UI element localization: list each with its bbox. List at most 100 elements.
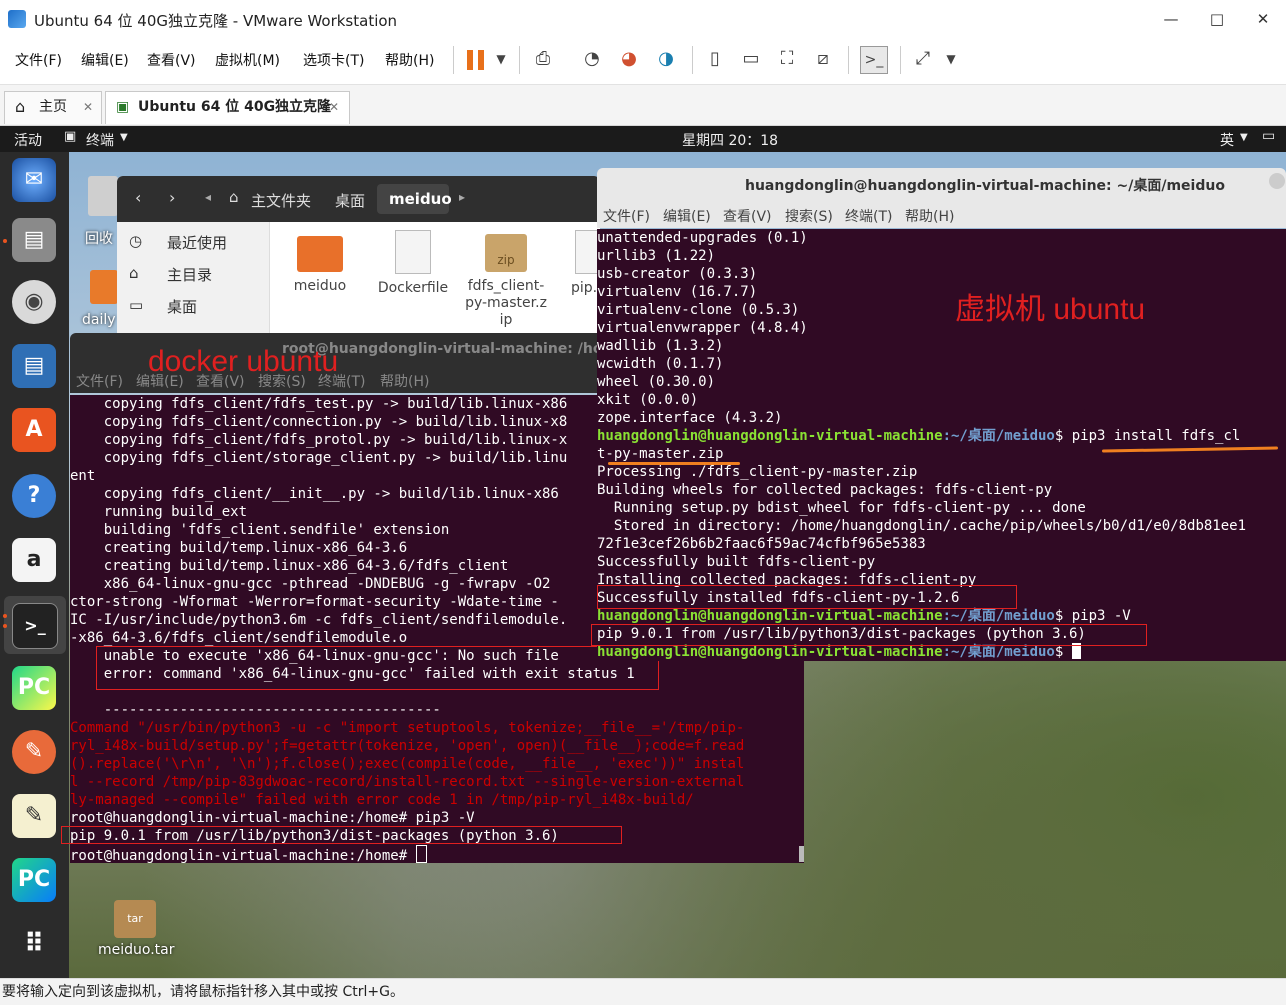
tar-archive-icon[interactable]: tar — [114, 900, 156, 938]
terminal-line: Command "/usr/bin/python3 -u -c "import … — [70, 720, 745, 736]
stretch-icon[interactable]: ⤢ — [912, 48, 934, 70]
home-icon: ⌂ — [15, 97, 26, 116]
sidebar-item-home[interactable]: 主目录 — [167, 264, 212, 285]
send-keys-icon[interactable]: ⎙ — [532, 48, 554, 70]
path-current[interactable]: meiduo — [389, 190, 452, 208]
file-item[interactable]: Dockerfile — [372, 230, 454, 296]
folder-icon[interactable] — [90, 270, 118, 304]
app-menu-label[interactable]: 终端 — [86, 130, 114, 150]
scrollbar-thumb[interactable] — [799, 846, 804, 862]
menu-edit[interactable]: 编辑(E) — [663, 206, 711, 226]
vmware-logo-icon — [8, 10, 26, 28]
file-item[interactable]: pip. — [565, 230, 600, 296]
status-text: 要将输入定向到该虚拟机，请将鼠标指针移入其中或按 Ctrl+G。 — [2, 984, 404, 1000]
software-icon[interactable]: A — [12, 408, 56, 452]
thunderbird-icon[interactable]: ✉ — [12, 158, 56, 202]
terminal-app-icon: ▣ — [64, 129, 77, 144]
prompt-user: huangdonglin@huangdonglin-virtual-machin… — [597, 428, 943, 444]
clock[interactable]: 星期四 20：18 — [682, 130, 778, 150]
path-home[interactable]: 主文件夹 — [251, 190, 311, 211]
app-grid-icon[interactable]: ⠿ — [12, 922, 56, 966]
menu-file[interactable]: 文件(F) — [76, 371, 123, 391]
path-right-icon[interactable]: ▸ — [459, 190, 465, 204]
menu-edit[interactable]: 编辑(E) — [81, 50, 129, 70]
menu-view[interactable]: 查看(V) — [723, 206, 772, 226]
path-desktop[interactable]: 桌面 — [335, 190, 365, 211]
stretch-dropdown-icon[interactable]: ▼ — [940, 48, 962, 70]
toolbar-divider — [453, 46, 454, 74]
pycharm-icon[interactable]: PC — [12, 666, 56, 710]
folder-icon — [297, 236, 343, 272]
terminal-line: virtualenv-clone (0.5.3) — [597, 302, 800, 318]
thumbnail-bar-icon[interactable]: ▭ — [740, 48, 762, 70]
file-name: fdfs_client-py-master.zip — [465, 278, 547, 328]
tab-vm-label: Ubuntu 64 位 40G独立克隆 — [138, 99, 332, 115]
forward-icon[interactable]: › — [169, 188, 175, 207]
maximize-button[interactable]: □ — [1194, 0, 1240, 38]
minimize-button[interactable]: — — [1148, 0, 1194, 38]
tab-vm[interactable]: ▣ Ubuntu 64 位 40G独立克隆 ✕ — [105, 91, 350, 124]
running-indicator — [3, 614, 7, 618]
prompt-command: $ pip3 -V — [1054, 608, 1131, 624]
terminal-line: usb-creator (0.3.3) — [597, 266, 758, 282]
back-icon[interactable]: ‹ — [135, 188, 141, 207]
terminal-line: wadllib (1.3.2) — [597, 338, 724, 354]
tab-close-icon[interactable]: ✕ — [329, 92, 339, 122]
tab-close-icon[interactable]: ✕ — [83, 92, 93, 122]
rhythmbox-icon[interactable]: ◉ — [12, 280, 56, 324]
ime-indicator[interactable]: 英 — [1220, 130, 1234, 150]
terminal-icon[interactable]: >_ — [12, 603, 58, 649]
terminal-line: ryl_i48x-build/setup.py';f=getattr(token… — [70, 738, 745, 754]
activities-button[interactable]: 活动 — [14, 130, 42, 150]
terminal-line: Running setup.py bdist_wheel for fdfs-cl… — [597, 500, 1086, 516]
sidebar-item-desktop[interactable]: 桌面 — [167, 296, 197, 317]
sidebar-item-recent[interactable]: 最近使用 — [167, 232, 227, 253]
snapshot-manager-icon[interactable]: ◑ — [655, 48, 677, 70]
files-icon[interactable]: ▤ — [12, 218, 56, 262]
path-left-icon[interactable]: ◂ — [205, 190, 211, 204]
menu-tabs[interactable]: 选项卡(T) — [303, 50, 364, 70]
sidebar-toggle-icon[interactable]: ▯ — [704, 48, 726, 70]
system-menu-icon[interactable]: ▭ — [1262, 128, 1275, 144]
command-underline — [608, 462, 740, 465]
menu-file[interactable]: 文件(F) — [603, 206, 650, 226]
window-title: Ubuntu 64 位 40G独立克隆 - VMware Workstation — [34, 12, 398, 30]
trash-icon[interactable] — [88, 176, 118, 216]
terminal-line: Successfully built fdfs-client-py — [597, 554, 876, 570]
amazon-icon[interactable]: a — [12, 538, 56, 582]
menu-file[interactable]: 文件(F) — [15, 50, 62, 70]
terminal-cursor — [415, 845, 427, 863]
menu-help[interactable]: 帮助(H) — [385, 50, 434, 70]
close-button[interactable]: ✕ — [1240, 0, 1286, 38]
postman-icon[interactable]: ✎ — [12, 730, 56, 774]
help-icon[interactable]: ? — [12, 474, 56, 518]
terminal-line: wheel (0.30.0) — [597, 374, 716, 390]
ubuntu-dock: ✉ ▤ ◉ ▤ A ? a >_ PC ✎ ✎ PC ⠿ — [0, 152, 69, 978]
pycharm-pro-icon[interactable]: PC — [12, 858, 56, 902]
menu-help[interactable]: 帮助(H) — [380, 371, 429, 391]
menu-view[interactable]: 查看(V) — [147, 50, 196, 70]
writer-icon[interactable]: ▤ — [12, 344, 56, 388]
status-bar: 要将输入定向到该虚拟机，请将鼠标指针移入其中或按 Ctrl+G。 — [0, 978, 1286, 1005]
tab-home[interactable]: ⌂ 主页 ✕ — [4, 91, 102, 124]
fullscreen-icon[interactable]: ⛶ — [776, 48, 798, 70]
console-view-icon[interactable]: >_ — [860, 46, 888, 74]
menu-search[interactable]: 搜索(S) — [785, 206, 833, 226]
installed-highlight-box — [597, 585, 1017, 609]
snapshot-icon[interactable]: ◔ — [581, 48, 603, 70]
text-editor-icon[interactable]: ✎ — [12, 794, 56, 838]
pause-dropdown-icon[interactable]: ▼ — [490, 48, 512, 70]
menu-vm[interactable]: 虚拟机(M) — [215, 50, 280, 70]
tab-home-label: 主页 — [39, 99, 67, 115]
pause-icon[interactable] — [467, 50, 473, 70]
window-button-icon[interactable] — [1269, 173, 1285, 189]
vm-annotation: 虚拟机 ubuntu — [955, 293, 1146, 326]
prompt-path: :~/桌面/meiduo — [942, 428, 1055, 444]
unity-icon[interactable]: ⧄ — [812, 48, 834, 70]
menu-terminal[interactable]: 终端(T) — [845, 206, 892, 226]
file-item[interactable]: zip fdfs_client-py-master.zip — [465, 230, 547, 329]
revert-snapshot-icon[interactable]: ◕ — [618, 48, 640, 70]
menu-help[interactable]: 帮助(H) — [905, 206, 954, 226]
file-item[interactable]: meiduo — [279, 230, 361, 294]
terminal-line: ly-managed --compile" failed with error … — [70, 792, 694, 808]
